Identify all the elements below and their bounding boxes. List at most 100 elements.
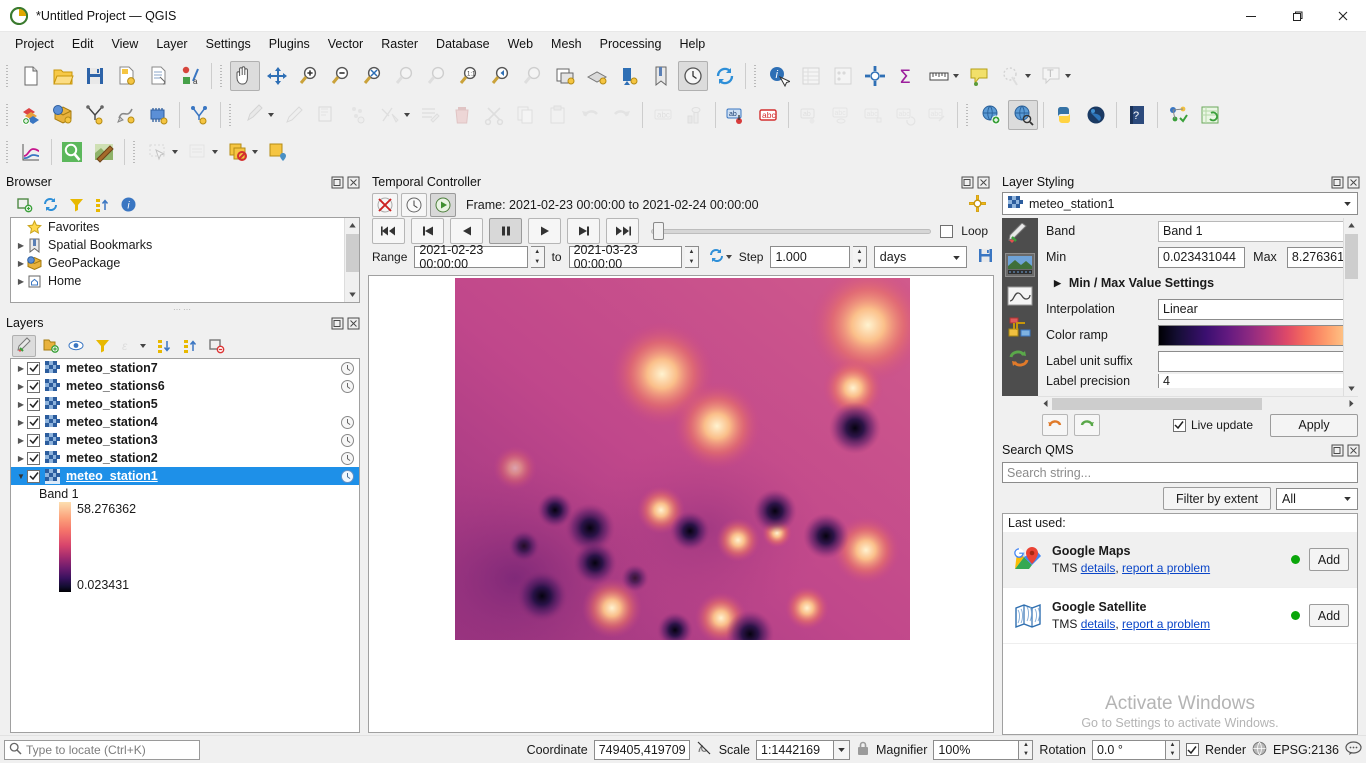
temporal-indicator-icon[interactable] [340,415,355,430]
menu-layer[interactable]: Layer [147,34,196,54]
undo-history-icon[interactable] [1005,346,1035,370]
layer-row-meteo-stations6[interactable]: ▶ meteo_stations6 [11,377,359,395]
qms-details-link[interactable]: details [1081,561,1116,575]
range-reload-caret-icon[interactable] [725,255,732,259]
qms-details-link[interactable]: details [1081,617,1116,631]
toolbar-grip-5[interactable] [228,101,235,128]
animated-range-icon[interactable] [430,193,456,217]
show-hide-labels-icon[interactable]: ab [794,100,824,130]
statistical-summary-icon[interactable]: Σ [892,61,922,91]
scale-dropdown-icon[interactable] [834,739,850,760]
new-project-icon[interactable] [16,61,46,91]
map-tips-icon[interactable] [964,61,994,91]
browser-scrollbar[interactable] [344,218,359,302]
move-label-icon[interactable]: abc [826,100,856,130]
save-project-icon[interactable] [80,61,110,91]
maximize-button[interactable] [1274,0,1320,32]
render-checkbox[interactable] [1185,743,1199,756]
layer-styling-vscrollbar[interactable] [1343,218,1358,396]
add-group-icon[interactable] [38,335,62,357]
scroll-down-icon[interactable] [345,287,359,302]
browser-item-geopackage[interactable]: ▶ GeoPackage [11,254,359,272]
menu-settings[interactable]: Settings [197,34,260,54]
temporal-indicator-icon[interactable] [340,361,355,376]
toggle-editing-icon[interactable] [279,100,309,130]
pan-to-selection-icon[interactable] [262,61,292,91]
coordinate-input[interactable]: 749405,419709 [593,739,690,760]
qms-report-link[interactable]: report a problem [1122,617,1210,631]
select-by-form-icon[interactable] [996,61,1026,91]
layer-row-meteo-station1[interactable]: ▼ meteo_station1 [11,467,359,485]
layer-visibility-checkbox[interactable] [27,361,40,375]
qms-add-button[interactable]: Add [1309,548,1349,571]
add-delimited-text-icon[interactable] [80,100,110,130]
cut-features-icon[interactable] [479,100,509,130]
temporal-settings-gear-icon[interactable] [969,195,986,215]
qms-report-link[interactable]: report a problem [1122,561,1210,575]
pan-map-icon[interactable] [230,60,260,91]
messages-icon[interactable] [1345,740,1362,759]
menu-vector[interactable]: Vector [319,34,372,54]
zoom-last-icon[interactable] [486,61,516,91]
minmax-settings-row[interactable]: ▶ Min / Max Value Settings [1038,270,1358,296]
play-reverse-icon[interactable] [450,218,483,244]
manage-visibility-icon[interactable] [64,335,88,357]
menu-view[interactable]: View [102,34,147,54]
qms-magnifier-icon[interactable] [57,137,87,167]
export-animation-icon[interactable] [977,247,994,267]
layer-styling-hscrollbar[interactable] [1038,396,1358,410]
filter-expression-icon[interactable]: ε [116,335,140,357]
metasearch-icon[interactable] [976,100,1006,130]
band-select[interactable]: Band 1 [1158,220,1348,242]
magnifier-input[interactable]: 100% [933,739,1020,760]
label-abc-disabled-icon[interactable]: abc [648,100,678,130]
expand-arrow-icon[interactable]: ▶ [1054,278,1061,289]
expand-arrow-icon[interactable]: ▶ [15,241,27,250]
delete-selected-icon[interactable] [447,100,477,130]
add-mesh-layer-icon[interactable] [112,100,142,130]
layer-visibility-checkbox[interactable] [27,415,40,429]
qms-results-list[interactable]: Last used: Google Maps TMS details, repo… [1002,513,1358,735]
temporal-indicator-icon[interactable] [340,379,355,394]
copy-features-icon[interactable] [511,100,541,130]
chevron-down-icon[interactable] [948,247,964,267]
remove-layer-icon[interactable] [204,335,228,357]
menu-processing[interactable]: Processing [591,34,671,54]
browser-float-icon[interactable] [331,176,344,189]
modify-attributes-icon[interactable] [415,100,445,130]
zoom-in-icon[interactable] [294,61,324,91]
show-unplaced-labels-icon[interactable]: abc [922,100,952,130]
live-update-checkbox[interactable] [1172,418,1186,432]
redo-style-icon[interactable] [1074,414,1100,436]
temporal-float-icon[interactable] [961,176,974,189]
globe-icon[interactable] [1081,100,1111,130]
rotate-label-icon[interactable]: abc [890,100,920,130]
new-print-layout-icon[interactable] [144,61,174,91]
layers-float-icon[interactable] [331,317,344,330]
range-reload-icon[interactable] [708,247,725,267]
layer-row-meteo-station2[interactable]: ▶ meteo_station2 [11,449,359,467]
rotation-spinner[interactable]: ▲ ▼ [1165,739,1180,760]
select-value-icon[interactable] [223,137,253,167]
step-forward-frame-icon[interactable] [567,218,600,244]
browser-collapse-all-icon[interactable] [90,194,114,216]
expand-arrow-icon[interactable]: ▶ [15,259,27,268]
vertex-tool-icon[interactable] [375,100,405,130]
qms-result-google-maps[interactable]: Google Maps TMS details, report a proble… [1003,532,1357,588]
colorramp-select[interactable] [1158,324,1348,346]
expand-arrow-icon[interactable]: ▶ [15,382,27,391]
locator-search-input[interactable]: Type to locate (Ctrl+K) [4,739,200,760]
min-input[interactable]: 0.023431044 [1158,246,1246,268]
browser-close-icon[interactable] [347,176,360,189]
scroll-left-icon[interactable] [1038,399,1052,408]
browser-filter-icon[interactable] [64,194,88,216]
field-calculator-icon[interactable] [828,61,858,91]
menu-plugins[interactable]: Plugins [260,34,319,54]
search-qms-close-icon[interactable] [1347,444,1360,457]
scroll-right-icon[interactable] [1344,399,1358,408]
browser-add-layer-icon[interactable] [12,194,36,216]
crs-globe-icon[interactable] [1252,741,1267,759]
toolbar-grip-7[interactable] [5,139,12,165]
scroll-up-icon[interactable] [345,218,359,233]
layer-styling-float-icon[interactable] [1331,176,1344,189]
